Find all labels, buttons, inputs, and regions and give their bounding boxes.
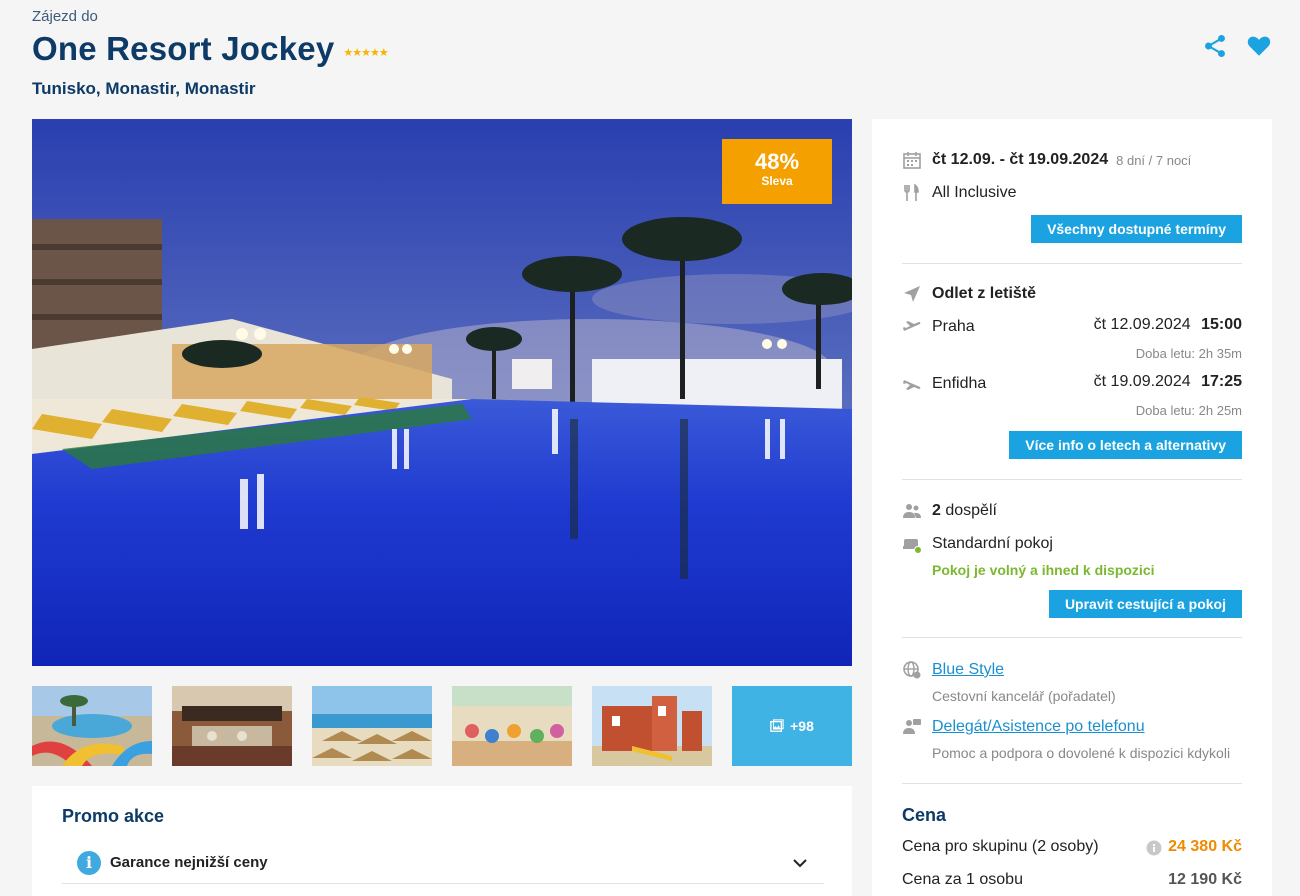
departure-title: Odlet z letiště [932,285,1037,302]
group-price-label: Cena pro skupinu (2 osoby) [902,838,1099,855]
travelers-count: 2 [932,502,941,519]
plane-landing-icon [903,380,921,390]
dates-row: čt 12.09. - čt 19.09.2024 8 dní / 7 nocí [902,149,1242,171]
share-icon[interactable] [1202,33,1228,59]
cutlery-icon [904,183,919,201]
divider [902,783,1242,784]
divider [902,637,1242,638]
board-type: All Inclusive [932,184,1017,201]
gallery-thumb-restaurant[interactable] [172,686,292,766]
title-row: One Resort Jockey ★★★★★ [32,30,389,68]
promo-section: Promo akce i Garance nejnižší ceny [32,786,852,896]
departure-title-row: Odlet z letiště [902,283,1242,305]
support-row: Delegát/Asistence po telefonu [902,716,1242,738]
info-icon: i [77,850,101,875]
discount-label: Sleva [761,174,793,188]
gallery-more-button[interactable]: +98 [732,686,852,766]
outbound-duration: Doba letu: 2h 35m [1135,346,1242,361]
agency-row: Blue Style [902,659,1242,681]
group-price: 24 380 Kč [1168,838,1242,855]
divider [902,479,1242,480]
image-gallery-icon [770,719,784,732]
hotel-location[interactable]: Tunisko, Monastir, Monastir [32,79,256,99]
inbound-city: Enfidha [932,375,987,392]
edit-travelers-button[interactable]: Upravit cestující a pokoj [1048,590,1242,618]
discount-badge: 48% Sleva [722,139,832,204]
info-icon[interactable] [1146,840,1162,856]
gallery-thumb-kids-club[interactable] [452,686,572,766]
support-description: Pomoc a podpora o dovolené k dispozici k… [932,745,1231,761]
board-row: All Inclusive [902,182,1242,204]
page-subtitle: Zájezd do [32,8,98,25]
bed-icon [903,539,922,554]
inbound-datetime: čt 19.09.2024 17:25 [1094,373,1242,391]
inbound-flight-row: Enfidha čt 19.09.2024 17:25 [902,373,1242,395]
outbound-datetime: čt 12.09.2024 15:00 [1094,316,1242,334]
travelers-label: dospělí [945,502,997,519]
discount-percent: 48% [754,149,800,174]
gallery-thumb-waterslides[interactable] [32,686,152,766]
support-link[interactable]: Delegát/Asistence po telefonu [932,718,1145,736]
hotel-title: One Resort Jockey [32,30,335,67]
outbound-time: 15:00 [1201,316,1242,333]
outbound-city: Praha [932,318,975,335]
promo-item-label: Garance nejnižší ceny [110,854,268,871]
inbound-duration: Doba letu: 2h 25m [1135,403,1242,418]
photo-gallery: +98 [32,686,852,766]
calendar-icon [903,152,921,169]
agency-description: Cestovní kancelář (pořadatel) [932,688,1116,704]
person-price: 12 190 Kč [1168,871,1242,888]
inbound-time: 17:25 [1201,373,1242,390]
people-icon [903,504,921,518]
agency-link[interactable]: Blue Style [932,661,1004,679]
promo-accordion-item[interactable]: i Garance nejnižší ceny [62,842,824,884]
room-row: Standardní pokoj [902,533,1242,555]
divider [902,263,1242,264]
booking-panel: čt 12.09. - čt 19.09.2024 8 dní / 7 nocí… [872,119,1272,896]
inbound-date: čt 19.09.2024 [1093,373,1191,390]
room-availability: Pokoj je volný a ihned k dispozici [932,562,1155,578]
header-actions [1202,33,1272,59]
promo-title: Promo akce [62,806,165,826]
all-dates-button[interactable]: Všechny dostupné termíny [1031,215,1242,243]
main-photo[interactable]: 48% Sleva [32,119,852,666]
trip-duration: 8 dní / 7 nocí [1116,152,1192,168]
trip-dates: čt 12.09. - čt 19.09.2024 [932,151,1109,168]
travelers-text: 2 dospělí [932,502,997,520]
support-chat-icon [903,719,921,734]
globe-icon [903,661,921,679]
price-title: Cena [902,805,947,825]
room-type: Standardní pokoj [932,535,1053,552]
plane-takeoff-icon [903,321,921,331]
outbound-date: čt 12.09.2024 [1093,316,1191,333]
page-header: Zájezd do One Resort Jockey ★★★★★ Tunisk… [32,8,1272,108]
person-price-label: Cena za 1 osobu [902,871,1023,888]
star-rating: ★★★★★ [343,46,388,59]
flights-info-button[interactable]: Více info o letech a alternativy [1009,431,1242,459]
chevron-down-icon[interactable] [791,854,809,872]
gallery-thumb-playground[interactable] [592,686,712,766]
gallery-thumb-beach[interactable] [312,686,432,766]
travelers-row: 2 dospělí [902,500,1242,522]
gallery-more-count: +98 [790,718,814,734]
outbound-flight-row: Praha čt 12.09.2024 15:00 [902,316,1242,338]
navigation-arrow-icon [904,286,920,302]
heart-icon[interactable] [1246,33,1272,59]
